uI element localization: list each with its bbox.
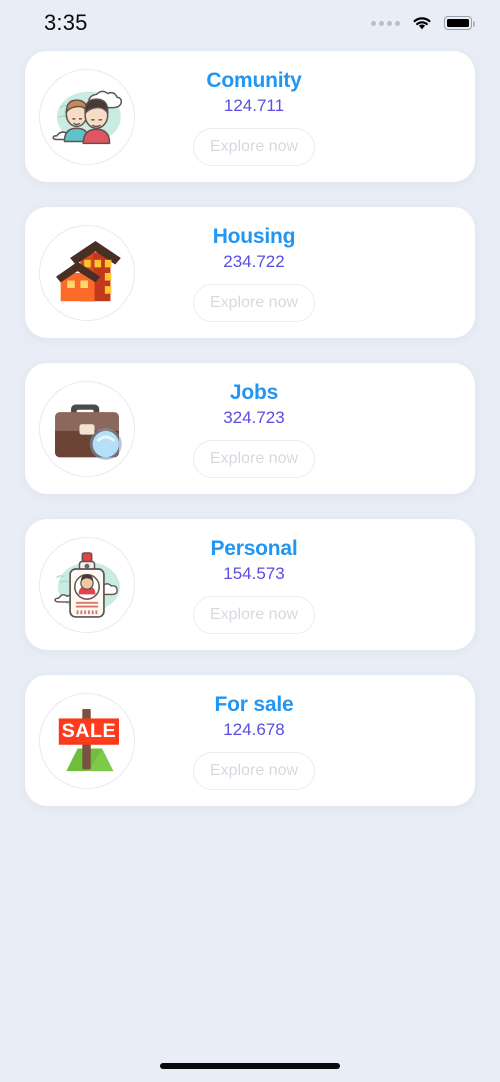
sale-sign-icon: SALE [39, 692, 135, 789]
houses-icon [39, 224, 135, 321]
card-count: 234.722 [223, 251, 285, 271]
category-card-comunity[interactable]: Comunity 124.711 Explore now [25, 51, 475, 182]
explore-now-button[interactable]: Explore now [192, 127, 316, 166]
card-title: Comunity [206, 68, 302, 92]
battery-icon [444, 16, 475, 30]
card-body: For sale 124.678 Explore now [169, 675, 339, 806]
card-body: Personal 154.573 Explore now [169, 519, 339, 650]
card-body: Jobs 324.723 Explore now [169, 363, 339, 494]
card-body: Comunity 124.711 Explore now [169, 51, 339, 182]
home-indicator[interactable] [160, 1063, 340, 1069]
card-count: 124.711 [223, 95, 285, 115]
explore-now-button[interactable]: Explore now [192, 439, 316, 478]
community-people-icon [39, 68, 135, 165]
card-title: Personal [210, 536, 298, 560]
card-count: 124.678 [223, 719, 285, 739]
explore-now-button[interactable]: Explore now [192, 595, 316, 634]
category-card-for-sale[interactable]: SALE For sale 124.678 Explore now [25, 675, 475, 806]
status-time: 3:35 [44, 10, 88, 35]
category-card-personal[interactable]: Personal 154.573 Explore now [25, 519, 475, 650]
id-badge-icon [39, 536, 135, 633]
category-card-housing[interactable]: Housing 234.722 Explore now [25, 207, 475, 338]
status-bar: 3:35 [0, 0, 500, 46]
signal-dots-icon [371, 20, 400, 26]
card-body: Housing 234.722 Explore now [169, 207, 339, 338]
card-title: For sale [214, 692, 294, 716]
card-title: Housing [212, 224, 296, 248]
category-card-list: Comunity 124.711 Explore now Housing 234… [25, 51, 475, 806]
wifi-icon [413, 17, 431, 30]
card-count: 154.573 [223, 563, 285, 583]
category-card-jobs[interactable]: Jobs 324.723 Explore now [25, 363, 475, 494]
explore-now-button[interactable]: Explore now [192, 283, 316, 322]
phone-screen: 3:35 Comunity 124.711 Explore now Housin… [0, 0, 500, 1082]
card-count: 324.723 [223, 407, 285, 427]
explore-now-button[interactable]: Explore now [192, 751, 316, 790]
svg-text:SALE: SALE [62, 720, 117, 742]
briefcase-search-icon [39, 380, 135, 477]
status-indicators [371, 15, 475, 31]
card-title: Jobs [229, 380, 279, 404]
